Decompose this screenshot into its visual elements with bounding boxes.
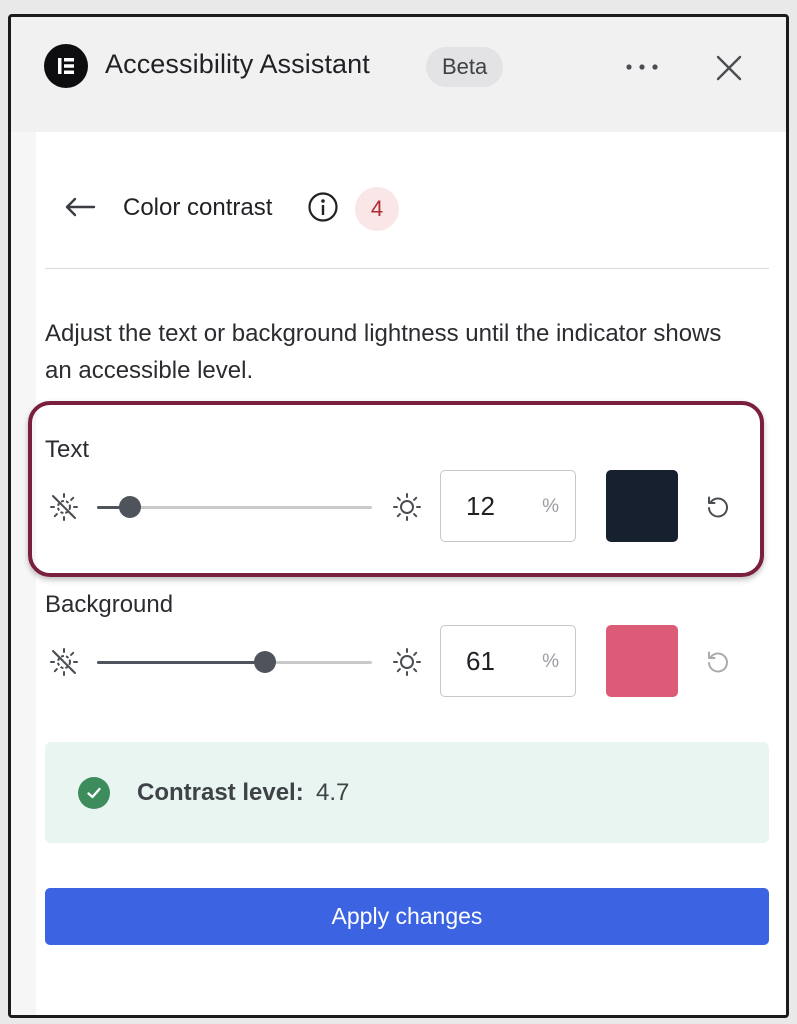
percent-unit: % bbox=[542, 496, 559, 517]
back-button[interactable] bbox=[60, 190, 100, 224]
assistant-panel: Accessibility Assistant Beta Color contr… bbox=[8, 14, 789, 1018]
brightness-low-icon bbox=[47, 645, 81, 679]
text-reset-button[interactable] bbox=[701, 490, 735, 524]
background-label: Background bbox=[45, 591, 174, 618]
text-lightness-value: 12 bbox=[466, 491, 495, 521]
reset-icon bbox=[708, 496, 728, 518]
text-lightness-slider[interactable] bbox=[97, 496, 372, 518]
percent-unit: % bbox=[542, 651, 559, 672]
more-options-button[interactable] bbox=[617, 47, 667, 87]
arrow-left-icon bbox=[65, 197, 96, 217]
background-slider-fill bbox=[97, 661, 265, 664]
close-button[interactable] bbox=[708, 47, 750, 89]
reset-icon bbox=[708, 651, 728, 673]
background-color-swatch[interactable] bbox=[606, 625, 678, 697]
section-title: Color contrast bbox=[123, 194, 273, 221]
panel-header: Accessibility Assistant Beta bbox=[11, 17, 786, 132]
issue-count-badge: 4 bbox=[355, 187, 399, 231]
brightness-low-icon bbox=[47, 490, 81, 524]
app-title: Accessibility Assistant bbox=[105, 49, 370, 79]
background-lightness-slider[interactable] bbox=[97, 651, 372, 673]
contrast-value: 4.7 bbox=[316, 779, 350, 806]
apply-changes-button[interactable]: Apply changes bbox=[45, 888, 769, 945]
close-icon bbox=[716, 55, 742, 81]
brightness-high-icon bbox=[390, 645, 424, 679]
check-circle-icon bbox=[78, 777, 110, 809]
contrast-indicator: Contrast level: 4.7 bbox=[45, 742, 769, 843]
elementor-logo-icon bbox=[44, 44, 88, 88]
background-lightness-value: 61 bbox=[466, 646, 495, 676]
instructions-text: Adjust the text or background lightness … bbox=[45, 320, 722, 384]
text-slider-thumb[interactable] bbox=[119, 496, 141, 518]
beta-badge: Beta bbox=[426, 47, 504, 87]
background-slider-thumb[interactable] bbox=[253, 651, 276, 673]
divider bbox=[45, 268, 769, 269]
left-gutter bbox=[11, 132, 36, 1015]
contrast-label: Contrast level: bbox=[137, 779, 304, 806]
panel-content: Color contrast 4 Adjust the text or back… bbox=[28, 132, 786, 1015]
text-color-swatch[interactable] bbox=[606, 470, 678, 542]
background-lightness-input[interactable]: 61 % bbox=[440, 625, 576, 697]
more-horizontal-icon bbox=[626, 64, 658, 70]
info-icon[interactable] bbox=[306, 190, 340, 224]
text-label: Text bbox=[45, 436, 90, 463]
background-reset-button[interactable] bbox=[701, 645, 735, 679]
brightness-high-icon bbox=[390, 490, 424, 524]
text-lightness-input[interactable]: 12 % bbox=[440, 470, 576, 542]
